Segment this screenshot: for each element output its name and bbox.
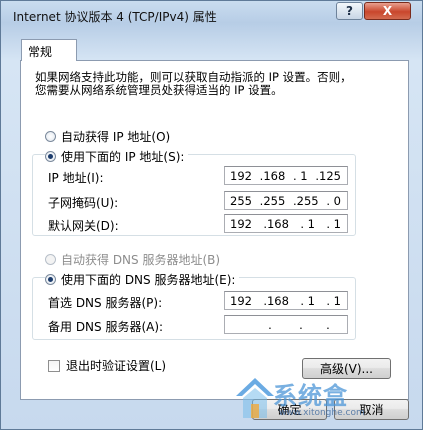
subnet-octet-3: .255: [293, 193, 319, 208]
dns-manual-radio-row[interactable]: 使用下面的 DNS 服务器地址(E):: [45, 271, 240, 288]
ip-address-octet-3: . 1: [293, 168, 308, 183]
subnet-octet-4: . 0: [326, 193, 341, 208]
subnet-octet-2: .255: [259, 193, 286, 208]
ip-auto-label: 自动获得 IP 地址(O): [61, 130, 171, 144]
ip-auto-radio[interactable]: [45, 131, 56, 142]
default-gateway-label: 默认网关(D):: [48, 219, 119, 233]
ip-auto-radio-row[interactable]: 自动获得 IP 地址(O): [45, 128, 170, 145]
tab-general-label: 常规: [28, 45, 53, 59]
gateway-octet-2: .168: [263, 216, 289, 231]
ip-address-octet-4: .125: [315, 168, 341, 183]
preferred-dns-octet-4: . 1: [326, 293, 341, 308]
dns-auto-label: 自动获得 DNS 服务器地址(B): [61, 253, 221, 267]
ip-manual-radio-row[interactable]: 使用下面的 IP 地址(S):: [45, 148, 189, 165]
ip-address-octet-1: 192: [230, 168, 252, 183]
ok-button[interactable]: 确定: [252, 399, 327, 420]
window-title: Internet 协议版本 4 (TCP/IPv4) 属性: [13, 10, 217, 24]
dns-manual-radio[interactable]: [45, 274, 56, 285]
gateway-octet-1: 192: [230, 216, 252, 231]
alternate-dns-input[interactable]: . . .: [224, 315, 348, 334]
close-icon: X: [382, 4, 393, 18]
subnet-mask-input[interactable]: 255 .255 .255 . 0: [224, 191, 348, 210]
help-icon: ?: [346, 4, 353, 18]
dns-auto-radio[interactable]: [45, 254, 56, 265]
preferred-dns-input[interactable]: 192 .168 . 1 . 1: [224, 291, 348, 310]
ip-manual-label: 使用下面的 IP 地址(S):: [61, 150, 185, 164]
title-bar[interactable]: Internet 协议版本 4 (TCP/IPv4) 属性 ? X: [1, 1, 422, 29]
preferred-dns-octet-1: 192: [230, 293, 252, 308]
dns-manual-label: 使用下面的 DNS 服务器地址(E):: [61, 273, 236, 287]
tab-general[interactable]: 常规: [21, 39, 77, 61]
preferred-dns-octet-3: . 1: [300, 293, 315, 308]
subnet-octet-1: 255: [230, 193, 252, 208]
validate-settings-checkbox[interactable]: [48, 359, 60, 372]
help-button[interactable]: ?: [336, 2, 363, 20]
close-button[interactable]: X: [364, 2, 411, 20]
validate-settings-label: 退出时验证设置(L): [66, 359, 167, 373]
description-line-2: 您需要从网络系统管理员处获得适当的 IP 设置。: [35, 83, 283, 97]
gateway-octet-4: . 1: [326, 216, 341, 231]
alternate-dns-label: 备用 DNS 服务器(A):: [48, 320, 164, 334]
default-gateway-input[interactable]: 192 .168 . 1 . 1: [224, 214, 348, 233]
preferred-dns-label: 首选 DNS 服务器(P):: [48, 296, 163, 310]
ip-address-label: IP 地址(I):: [48, 171, 104, 185]
ip-address-octet-2: .168: [259, 168, 286, 183]
description-text: 如果网络支持此功能，则可以获取自动指派的 IP 设置。否则， 您需要从网络系统管…: [35, 71, 385, 97]
dialog-window: Internet 协议版本 4 (TCP/IPv4) 属性 ? X 常规 如果网…: [0, 0, 423, 430]
subnet-mask-label: 子网掩码(U):: [48, 196, 119, 210]
advanced-button[interactable]: 高级(V)...: [302, 358, 391, 379]
alternate-dns-octet-2: .: [268, 317, 272, 332]
ip-address-input[interactable]: 192 .168 . 1 .125: [224, 166, 348, 185]
validate-settings-row[interactable]: 退出时验证设置(L): [48, 357, 166, 374]
alternate-dns-octet-4: .: [326, 317, 330, 332]
preferred-dns-octet-2: .168: [263, 293, 289, 308]
gateway-octet-3: . 1: [300, 216, 315, 231]
dns-auto-radio-row[interactable]: 自动获得 DNS 服务器地址(B): [45, 251, 220, 268]
alternate-dns-octet-3: .: [299, 317, 303, 332]
ip-manual-radio[interactable]: [45, 151, 56, 162]
cancel-button[interactable]: 取消: [334, 399, 409, 420]
